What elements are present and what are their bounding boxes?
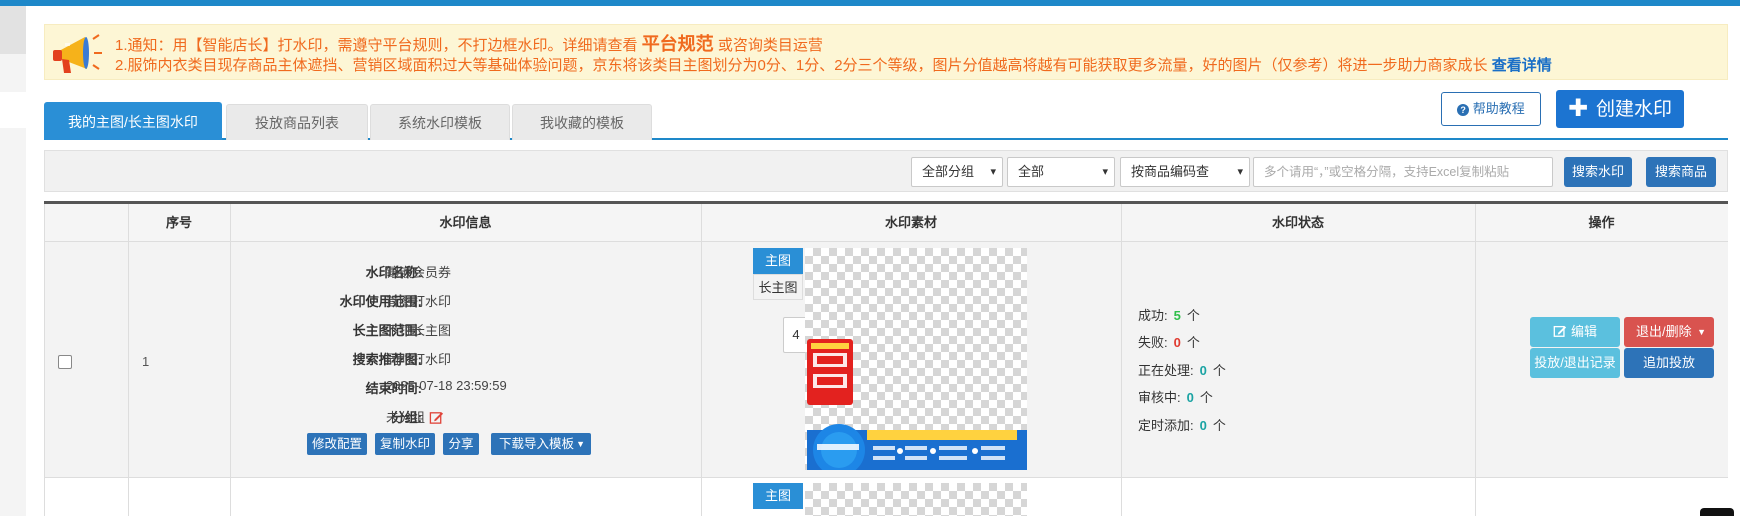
platform-rules-link[interactable]: 平台规范 bbox=[642, 34, 714, 54]
status-success: 成功: 5 个 bbox=[1138, 305, 1200, 324]
group-select[interactable]: 全部分组 ▾ bbox=[911, 157, 1003, 187]
status-count: 0 bbox=[1173, 335, 1181, 350]
status-unit: 个 bbox=[1212, 418, 1226, 433]
create-watermark-label: 创建水印 bbox=[1596, 99, 1673, 120]
group-select-value: 全部分组 bbox=[922, 164, 975, 179]
left-sidebar-edge bbox=[0, 6, 26, 516]
info-value-search-image: 同时打水印 bbox=[386, 352, 452, 367]
header-watermark-info: 水印信息 bbox=[439, 215, 492, 230]
row-checkbox[interactable] bbox=[58, 355, 72, 369]
group-value-text: 未分组 bbox=[386, 410, 426, 425]
column-divider bbox=[44, 204, 45, 516]
tab-favorite-templates[interactable]: 我收藏的模板 bbox=[512, 104, 652, 140]
material-tab-main[interactable]: 主图 bbox=[753, 248, 803, 274]
search-watermark-button[interactable]: 搜索水印 bbox=[1564, 157, 1632, 187]
watermark-preview bbox=[805, 483, 1027, 516]
search-type-select[interactable]: 按商品编码查 ▾ bbox=[1120, 157, 1250, 187]
add-deploy-button[interactable]: 追加投放 bbox=[1624, 348, 1714, 378]
info-value-name: 镶嵌会员券 bbox=[386, 265, 452, 280]
header-index: 序号 bbox=[165, 215, 192, 230]
modify-config-button[interactable]: 修改配置 bbox=[307, 433, 367, 455]
status-processing: 正在处理: 0 个 bbox=[1138, 360, 1226, 379]
corner-widget[interactable] bbox=[1700, 508, 1734, 516]
download-template-label: 下载导入模板 bbox=[499, 437, 575, 451]
share-button[interactable]: 分享 bbox=[443, 433, 479, 455]
watermark-table: 序号 水印信息 水印素材 水印状态 操作 1 水印名称: 镶嵌会员券 水印使用范… bbox=[44, 201, 1728, 516]
top-accent-bar bbox=[0, 0, 1740, 6]
status-count: 0 bbox=[1199, 363, 1207, 378]
status-unit: 个 bbox=[1186, 308, 1200, 323]
notice-line-1: 1.通知：用【智能店长】打水印，需遵守平台规则，不打边框水印。详细请查看 平台规… bbox=[115, 30, 823, 56]
header-operations: 操作 bbox=[1588, 215, 1615, 230]
exit-delete-label: 退出/删除 bbox=[1636, 324, 1692, 339]
status-label: 失败: bbox=[1138, 335, 1168, 350]
caret-down-icon[interactable]: ▼ bbox=[1697, 317, 1706, 347]
edit-label: 编辑 bbox=[1570, 324, 1597, 339]
status-label: 成功: bbox=[1138, 308, 1168, 323]
search-goods-button[interactable]: 搜索商品 bbox=[1646, 157, 1716, 187]
info-value-scope: 首图打水印 bbox=[386, 294, 452, 309]
sidebar-block bbox=[0, 92, 26, 128]
deploy-records-button[interactable]: 投放/退出记录 bbox=[1530, 348, 1620, 378]
search-type-value: 按商品编码查 bbox=[1131, 164, 1210, 179]
column-divider bbox=[1475, 204, 1476, 516]
notice-line-2-text: 2.服饰内衣类目现存商品主体遮挡、营销区域面积过大等基础体验问题，京东将该类目主… bbox=[115, 57, 1488, 74]
watermark-preview-art bbox=[807, 339, 1027, 476]
status-label: 审核中: bbox=[1138, 390, 1181, 405]
status-unit: 个 bbox=[1212, 363, 1226, 378]
filter-bar: 全部分组 ▾ 全部 ▾ 按商品编码查 ▾ 多个请用“，”或空格分隔，支持Excel复制… bbox=[44, 150, 1728, 192]
status-scheduled: 定时添加: 0 个 bbox=[1138, 415, 1226, 434]
status-count: 0 bbox=[1186, 390, 1194, 405]
caret-down-icon[interactable]: ▼ bbox=[576, 433, 585, 455]
help-tutorial-button[interactable]: ? 帮助教程 bbox=[1441, 92, 1541, 126]
tab-system-templates[interactable]: 系统水印模板 bbox=[370, 104, 510, 140]
column-divider bbox=[128, 204, 129, 516]
row-index: 1 bbox=[142, 354, 150, 369]
scope-select-value: 全部 bbox=[1018, 164, 1045, 179]
column-divider bbox=[230, 204, 231, 516]
header-watermark-status: 水印状态 bbox=[1271, 215, 1324, 230]
edit-button[interactable]: 编辑 bbox=[1530, 317, 1620, 347]
status-failed: 失败: 0 个 bbox=[1138, 332, 1200, 351]
edit-icon bbox=[1553, 325, 1567, 337]
status-unit: 个 bbox=[1186, 335, 1200, 350]
sidebar-block bbox=[0, 6, 26, 54]
exit-delete-button[interactable]: 退出/删除 ▼ bbox=[1624, 317, 1714, 347]
create-watermark-button[interactable]: ✚ 创建水印 bbox=[1556, 90, 1684, 128]
notice-line-1-suffix: 或咨询类目运营 bbox=[717, 37, 823, 54]
watermark-preview bbox=[805, 248, 1027, 476]
notice-line-2: 2.服饰内衣类目现存商品主体遮挡、营销区域面积过大等基础体验问题，京东将该类目主… bbox=[115, 54, 1552, 75]
info-value-end-time: 2025-07-18 23:59:59 bbox=[386, 378, 507, 393]
tab-deployed-goods[interactable]: 投放商品列表 bbox=[226, 104, 368, 140]
scope-select[interactable]: 全部 ▾ bbox=[1007, 157, 1115, 187]
download-template-button[interactable]: 下载导入模板 ▼ bbox=[491, 433, 591, 455]
chevron-down-icon: ▾ bbox=[1102, 166, 1108, 178]
notice-line-1-text: 1.通知：用【智能店长】打水印，需遵守平台规则，不打边框水印。详细请查看 bbox=[115, 37, 638, 54]
column-divider bbox=[1121, 204, 1122, 516]
notice-banner: 1.通知：用【智能店长】打水印，需遵守平台规则，不打边框水印。详细请查看 平台规… bbox=[44, 24, 1728, 80]
chevron-down-icon: ▾ bbox=[990, 166, 996, 178]
status-label: 定时添加: bbox=[1138, 418, 1194, 433]
search-input[interactable]: 多个请用“，”或空格分隔，支持Excel复制粘贴 bbox=[1253, 157, 1553, 187]
status-count: 0 bbox=[1199, 418, 1207, 433]
header-watermark-material: 水印素材 bbox=[884, 215, 937, 230]
plus-icon: ✚ bbox=[1567, 95, 1589, 122]
column-divider bbox=[701, 204, 702, 516]
status-reviewing: 审核中: 0 个 bbox=[1138, 387, 1213, 406]
info-value-long-image: 不打长主图 bbox=[386, 323, 452, 338]
megaphone-icon bbox=[53, 34, 102, 73]
material-tab-main[interactable]: 主图 bbox=[753, 483, 803, 509]
question-icon: ? bbox=[1457, 104, 1470, 116]
status-unit: 个 bbox=[1199, 390, 1213, 405]
info-value-group: 未分组 bbox=[386, 407, 444, 426]
tab-my-watermarks[interactable]: 我的主图/长主图水印 bbox=[44, 102, 222, 140]
copy-watermark-button[interactable]: 复制水印 bbox=[375, 433, 435, 455]
chevron-down-icon: ▾ bbox=[1237, 166, 1243, 178]
status-count: 5 bbox=[1173, 308, 1181, 323]
view-details-link[interactable]: 查看详情 bbox=[1492, 57, 1552, 74]
help-tutorial-label: 帮助教程 bbox=[1472, 101, 1525, 116]
status-label: 正在处理: bbox=[1138, 363, 1194, 378]
material-tab-long[interactable]: 长主图 bbox=[753, 274, 803, 300]
edit-group-icon[interactable] bbox=[429, 410, 444, 425]
